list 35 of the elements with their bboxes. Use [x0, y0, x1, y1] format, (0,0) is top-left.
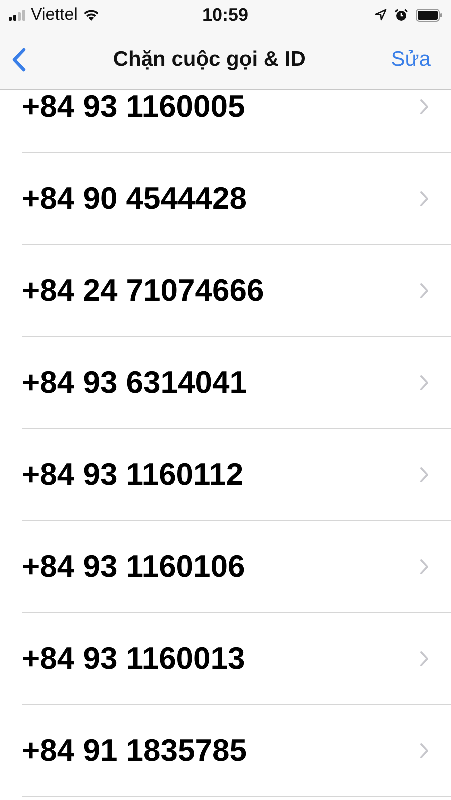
blocked-number-row[interactable]: +84 93 1160106	[22, 521, 451, 613]
screen-title: Chặn cuộc gọi & ID	[113, 48, 306, 72]
wifi-icon	[82, 9, 100, 21]
blocked-number-row[interactable]: +84 93 1160112	[22, 429, 451, 521]
phone-number: +84 93 1160106	[22, 551, 246, 582]
chevron-right-icon	[420, 98, 429, 114]
phone-number: +84 93 1160112	[22, 459, 244, 490]
chevron-right-icon	[420, 650, 429, 666]
blocked-number-row[interactable]: +84 93 1160005	[22, 90, 451, 153]
back-button[interactable]	[10, 46, 28, 74]
edit-button[interactable]: Sửa	[391, 48, 431, 72]
blocked-number-row[interactable]: +84 93 6314041	[22, 337, 451, 429]
phone-number: +84 93 1160013	[22, 643, 246, 674]
blocked-number-row[interactable]: +84 93 1160013	[22, 613, 451, 705]
phone-number: +84 91 1835785	[22, 735, 247, 766]
chevron-right-icon	[420, 742, 429, 758]
chevron-right-icon	[420, 190, 429, 206]
blocked-number-row[interactable]: +84 91 1835785	[22, 705, 451, 797]
phone-number: +84 24 71074666	[22, 275, 264, 306]
battery-icon	[416, 8, 443, 22]
chevron-right-icon	[420, 466, 429, 482]
blocked-number-row[interactable]: +84 90 4544428	[22, 153, 451, 245]
location-arrow-icon	[375, 9, 387, 21]
chevron-right-icon	[420, 282, 429, 298]
phone-number: +84 90 4544428	[22, 183, 247, 214]
carrier-name: Viettel	[31, 5, 78, 25]
blocked-number-row[interactable]: +84 24 71074666	[22, 245, 451, 337]
clock-time: 10:59	[202, 4, 249, 26]
signal-icon	[9, 10, 26, 20]
phone-number: +84 93 6314041	[22, 367, 247, 398]
phone-number: +84 93 1160005	[22, 91, 246, 122]
chevron-right-icon	[420, 558, 429, 574]
alarm-clock-icon	[395, 8, 408, 22]
chevron-right-icon	[420, 374, 429, 390]
back-chevron-icon	[12, 48, 26, 72]
